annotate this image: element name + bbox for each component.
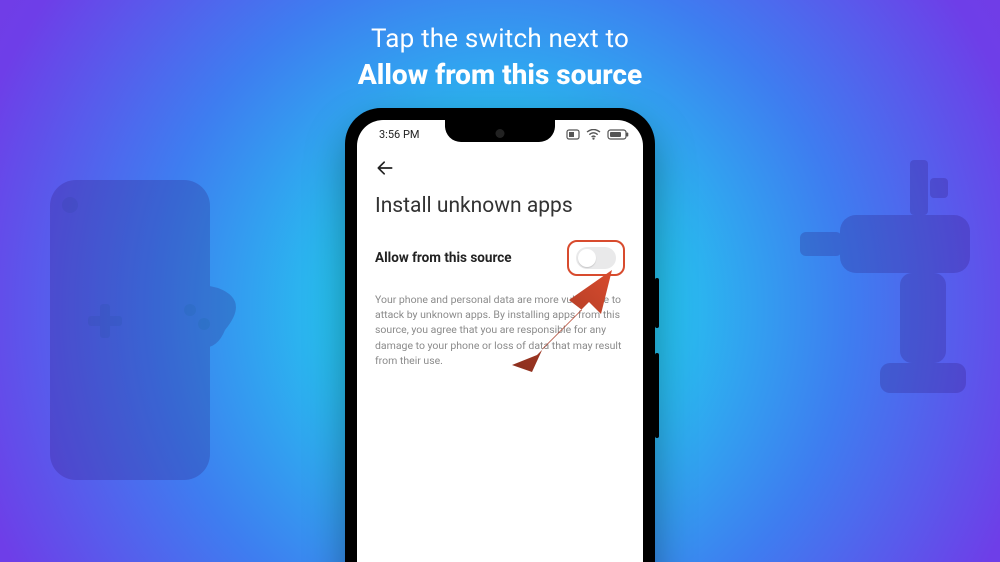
allow-source-switch-wrap xyxy=(567,240,625,276)
phone-frame: 3:56 PM Install unknown apps Allow from … xyxy=(345,108,655,562)
gamepad-silhouette-icon xyxy=(10,140,270,520)
top-bar xyxy=(357,148,643,186)
allow-source-label: Allow from this source xyxy=(375,250,512,266)
headline-line1: Tap the switch next to xyxy=(0,24,1000,54)
phone-screen: 3:56 PM Install unknown apps Allow from … xyxy=(357,120,643,562)
battery-icon xyxy=(607,129,629,140)
allow-source-description: Your phone and personal data are more vu… xyxy=(357,284,643,376)
wifi-icon xyxy=(586,129,601,140)
switch-knob xyxy=(578,249,596,267)
page-title: Install unknown apps xyxy=(357,186,643,228)
headline-line2: Allow from this source xyxy=(0,58,1000,91)
allow-source-row: Allow from this source xyxy=(357,228,643,284)
allow-source-switch[interactable] xyxy=(576,247,616,269)
tutorial-slide: Tap the switch next to Allow from this s… xyxy=(0,0,1000,562)
status-time: 3:56 PM xyxy=(379,128,419,141)
drill-silhouette-icon xyxy=(790,120,1000,500)
display-notch xyxy=(445,120,555,142)
status-icons xyxy=(566,129,629,140)
volume-button xyxy=(655,278,659,328)
headline: Tap the switch next to Allow from this s… xyxy=(0,24,1000,91)
power-button xyxy=(655,353,659,438)
arrow-left-icon xyxy=(375,158,395,178)
back-button[interactable] xyxy=(371,154,399,182)
sim-icon xyxy=(566,129,580,140)
